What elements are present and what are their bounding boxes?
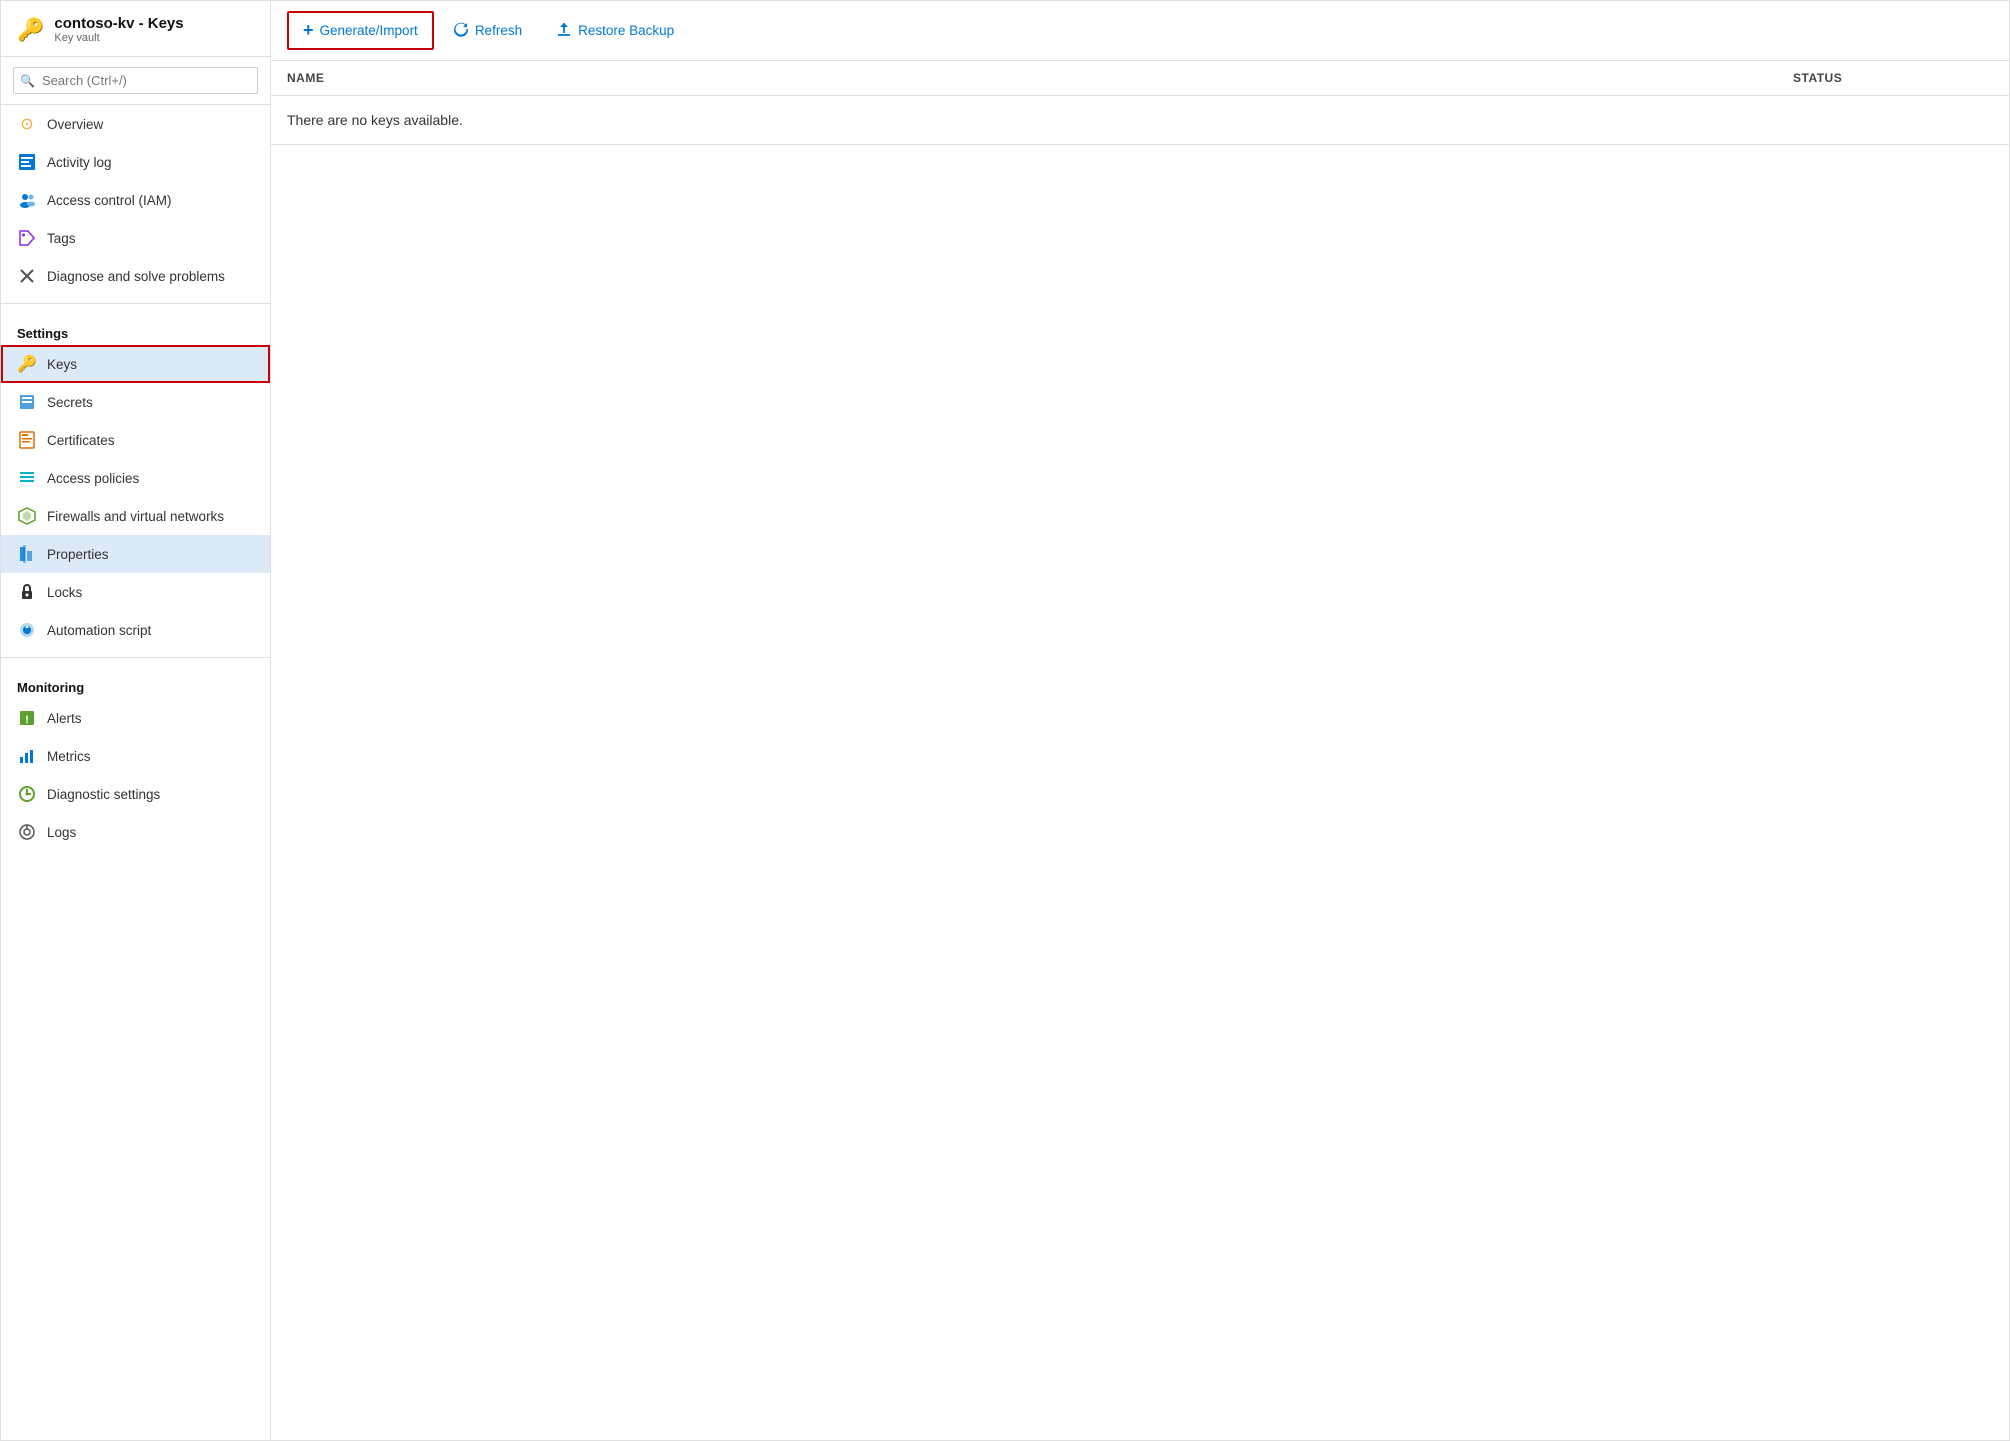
sidebar-item-overview[interactable]: ⊙ Overview (1, 105, 270, 143)
sidebar-item-label: Keys (47, 357, 77, 372)
sidebar-item-alerts[interactable]: ! Alerts (1, 699, 270, 737)
sidebar-item-label: Firewalls and virtual networks (47, 509, 224, 524)
sidebar-item-diagnostic[interactable]: Diagnostic settings (1, 775, 270, 813)
locks-icon (17, 582, 37, 602)
restore-icon (556, 21, 572, 41)
svg-text:!: ! (25, 714, 29, 726)
access-control-icon (17, 190, 37, 210)
plus-icon: + (303, 20, 314, 41)
sidebar-item-certificates[interactable]: Certificates (1, 421, 270, 459)
sidebar-item-label: Properties (47, 547, 109, 562)
firewalls-icon (17, 506, 37, 526)
sidebar-item-tags[interactable]: Tags (1, 219, 270, 257)
table-header: NAME STATUS (271, 61, 2009, 96)
sidebar-item-label: Logs (47, 825, 76, 840)
sidebar-header: 🔑 contoso-kv - Keys Key vault (1, 1, 270, 57)
sidebar-item-label: Activity log (47, 155, 112, 170)
logs-icon (17, 822, 37, 842)
sidebar-header-text: contoso-kv - Keys Key vault (54, 15, 183, 44)
sidebar-item-access-control[interactable]: Access control (IAM) (1, 181, 270, 219)
sidebar-item-label: Alerts (47, 711, 82, 726)
keyvault-icon: 🔑 (17, 17, 44, 43)
main-content: + Generate/Import Refresh Restore Backup… (271, 1, 2009, 1440)
generate-import-button[interactable]: + Generate/Import (287, 11, 434, 50)
sidebar-item-label: Access control (IAM) (47, 193, 172, 208)
settings-section-label: Settings (1, 312, 270, 345)
content-area: There are no keys available. (271, 96, 2009, 1440)
sidebar-nav: ⊙ Overview Activity log Access control (… (1, 105, 270, 1440)
search-wrapper (13, 67, 258, 94)
sidebar-item-properties[interactable]: Properties (1, 535, 270, 573)
sidebar-item-label: Automation script (47, 623, 151, 638)
sidebar-item-label: Access policies (47, 471, 139, 486)
properties-icon (17, 544, 37, 564)
sidebar-item-label: Secrets (47, 395, 93, 410)
restore-backup-label: Restore Backup (578, 23, 674, 38)
certificates-icon (17, 430, 37, 450)
sidebar-item-locks[interactable]: Locks (1, 573, 270, 611)
diagnose-icon (17, 266, 37, 286)
sidebar-item-label: Certificates (47, 433, 115, 448)
generate-import-label: Generate/Import (320, 23, 418, 38)
sidebar-item-logs[interactable]: Logs (1, 813, 270, 851)
alerts-icon: ! (17, 708, 37, 728)
tags-icon (17, 228, 37, 248)
keys-icon: 🔑 (17, 354, 37, 374)
sidebar-title: contoso-kv - Keys (54, 15, 183, 32)
toolbar: + Generate/Import Refresh Restore Backup (271, 1, 2009, 61)
divider-monitoring (1, 657, 270, 658)
sidebar-item-label: Locks (47, 585, 82, 600)
sidebar-item-keys[interactable]: 🔑 Keys (1, 345, 270, 383)
sidebar-subtitle: Key vault (54, 32, 183, 44)
sidebar-search-container (1, 57, 270, 105)
sidebar-item-firewalls[interactable]: Firewalls and virtual networks (1, 497, 270, 535)
diagnostic-icon (17, 784, 37, 804)
sidebar-item-label: Diagnose and solve problems (47, 269, 225, 284)
activity-log-icon (17, 152, 37, 172)
sidebar-item-label: Diagnostic settings (47, 787, 160, 802)
sidebar-item-secrets[interactable]: Secrets (1, 383, 270, 421)
sidebar-item-label: Overview (47, 117, 103, 132)
empty-message: There are no keys available. (271, 96, 2009, 145)
divider-settings (1, 303, 270, 304)
metrics-icon (17, 746, 37, 766)
sidebar-item-metrics[interactable]: Metrics (1, 737, 270, 775)
sidebar-item-label: Tags (47, 231, 76, 246)
sidebar-item-label: Metrics (47, 749, 91, 764)
refresh-button[interactable]: Refresh (438, 13, 537, 49)
sidebar-item-activity-log[interactable]: Activity log (1, 143, 270, 181)
monitoring-section-label: Monitoring (1, 666, 270, 699)
secrets-icon (17, 392, 37, 412)
access-policies-icon (17, 468, 37, 488)
refresh-label: Refresh (475, 23, 522, 38)
sidebar-item-access-policies[interactable]: Access policies (1, 459, 270, 497)
col-name-header: NAME (287, 71, 1793, 85)
sidebar: 🔑 contoso-kv - Keys Key vault ⊙ Overview (1, 1, 271, 1440)
sidebar-item-automation[interactable]: Automation script (1, 611, 270, 649)
restore-backup-button[interactable]: Restore Backup (541, 13, 689, 49)
col-status-header: STATUS (1793, 71, 1993, 85)
overview-icon: ⊙ (17, 114, 37, 134)
sidebar-item-diagnose[interactable]: Diagnose and solve problems (1, 257, 270, 295)
refresh-icon (453, 21, 469, 41)
search-input[interactable] (13, 67, 258, 94)
automation-icon (17, 620, 37, 640)
